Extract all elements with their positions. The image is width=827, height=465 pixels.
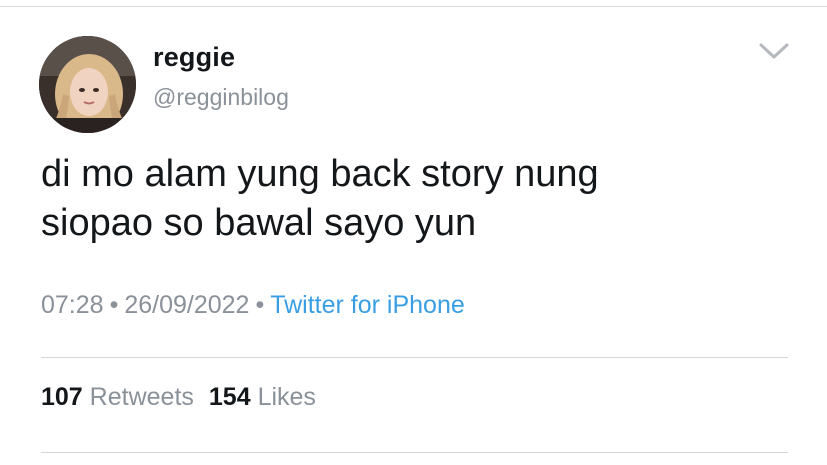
tweet-text: di mo alam yung back story nung siopao s… (41, 150, 801, 248)
author-handle[interactable]: @regginbilog (153, 84, 289, 111)
tweet-source-link[interactable]: Twitter for iPhone (270, 291, 465, 319)
meta-separator: • (109, 291, 119, 319)
tweet-text-line: di mo alam yung back story nung (41, 153, 599, 195)
avatar-image (39, 36, 136, 133)
top-divider (0, 6, 827, 7)
likes-stat[interactable]: 154 Likes (209, 383, 316, 411)
tweet-time: 07:28 (41, 291, 104, 319)
chevron-down-icon[interactable] (758, 41, 790, 61)
divider (41, 452, 788, 453)
tweet-date[interactable]: 26/09/2022 (124, 291, 249, 319)
tweet-stats: 107 Retweets 154 Likes (41, 383, 316, 412)
tweet-text-line: siopao so bawal sayo yun (41, 202, 477, 244)
avatar[interactable] (39, 36, 136, 133)
meta-separator: • (255, 291, 265, 319)
divider (41, 357, 788, 358)
tweet-meta: 07:28 • 26/09/2022 • Twitter for iPhone (41, 291, 465, 320)
retweets-label: Retweets (89, 383, 194, 411)
retweets-count: 107 (41, 383, 83, 411)
author-display-name[interactable]: reggie (153, 42, 235, 73)
likes-count: 154 (208, 383, 251, 411)
retweets-stat[interactable]: 107 Retweets (41, 383, 194, 411)
likes-label: Likes (257, 383, 316, 411)
